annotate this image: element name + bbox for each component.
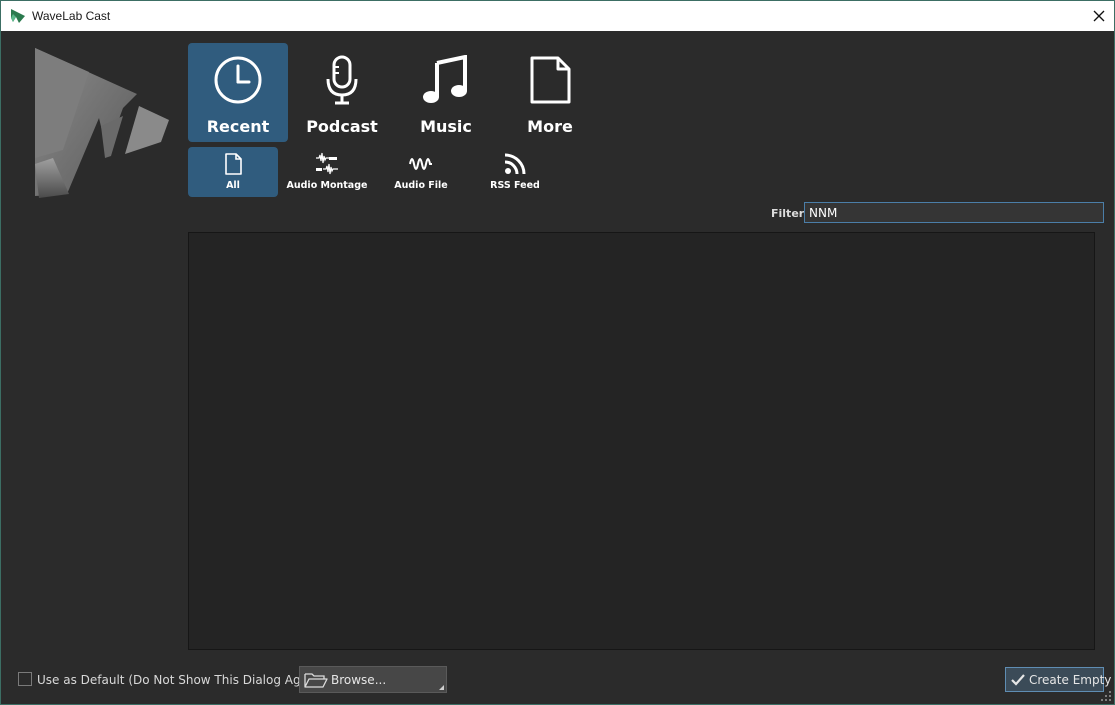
filter-field-label: Filter: — [771, 207, 809, 220]
use-as-default-label[interactable]: Use as Default (Do Not Show This Dialog … — [37, 673, 324, 687]
filter-all-button[interactable]: All — [188, 147, 278, 197]
resize-grip-icon[interactable] — [1100, 690, 1112, 702]
category-label: Recent — [206, 117, 270, 136]
category-recent-button[interactable]: Recent — [188, 43, 288, 142]
clock-icon — [214, 56, 262, 104]
filter-rss-feed-button[interactable]: RSS Feed — [470, 147, 560, 197]
recent-files-list[interactable] — [188, 232, 1095, 650]
wavelab-logo — [35, 48, 169, 198]
waveform-icon — [409, 158, 432, 170]
dropdown-corner-indicator — [439, 685, 444, 690]
use-as-default-checkbox[interactable] — [18, 672, 32, 686]
category-label: Music — [420, 117, 472, 136]
window-title: WaveLab Cast — [32, 9, 111, 23]
category-label: Podcast — [306, 117, 378, 136]
create-empty-label: Create Empty — [1029, 673, 1112, 687]
filter-input[interactable] — [804, 202, 1104, 223]
filter-label: RSS Feed — [490, 180, 540, 191]
category-label: More — [527, 117, 573, 136]
filter-audio-montage-button[interactable]: Audio Montage — [282, 147, 372, 197]
file-icon — [225, 153, 242, 175]
wavelab-app-icon — [11, 9, 25, 23]
category-more-button[interactable]: More — [500, 43, 600, 142]
create-empty-button[interactable]: Create Empty — [1005, 667, 1111, 692]
browse-label: Browse... — [331, 673, 387, 687]
browse-button[interactable]: Browse... — [299, 666, 447, 693]
category-podcast-button[interactable]: Podcast — [292, 43, 392, 142]
rss-icon — [504, 153, 526, 175]
microphone-icon — [326, 55, 358, 105]
music-note-icon — [423, 55, 467, 103]
checkmark-icon — [1011, 674, 1025, 686]
document-icon — [530, 56, 571, 104]
close-button[interactable] — [1084, 1, 1114, 31]
close-icon — [1093, 10, 1105, 22]
wavelab-cast-dialog: WaveLab Cast Recent Podcast Music More A… — [0, 0, 1115, 705]
audio-montage-icon — [316, 152, 338, 175]
title-bar: WaveLab Cast — [1, 1, 1114, 31]
open-folder-icon — [304, 673, 328, 688]
filter-audio-file-button[interactable]: Audio File — [376, 147, 466, 197]
category-music-button[interactable]: Music — [396, 43, 496, 142]
